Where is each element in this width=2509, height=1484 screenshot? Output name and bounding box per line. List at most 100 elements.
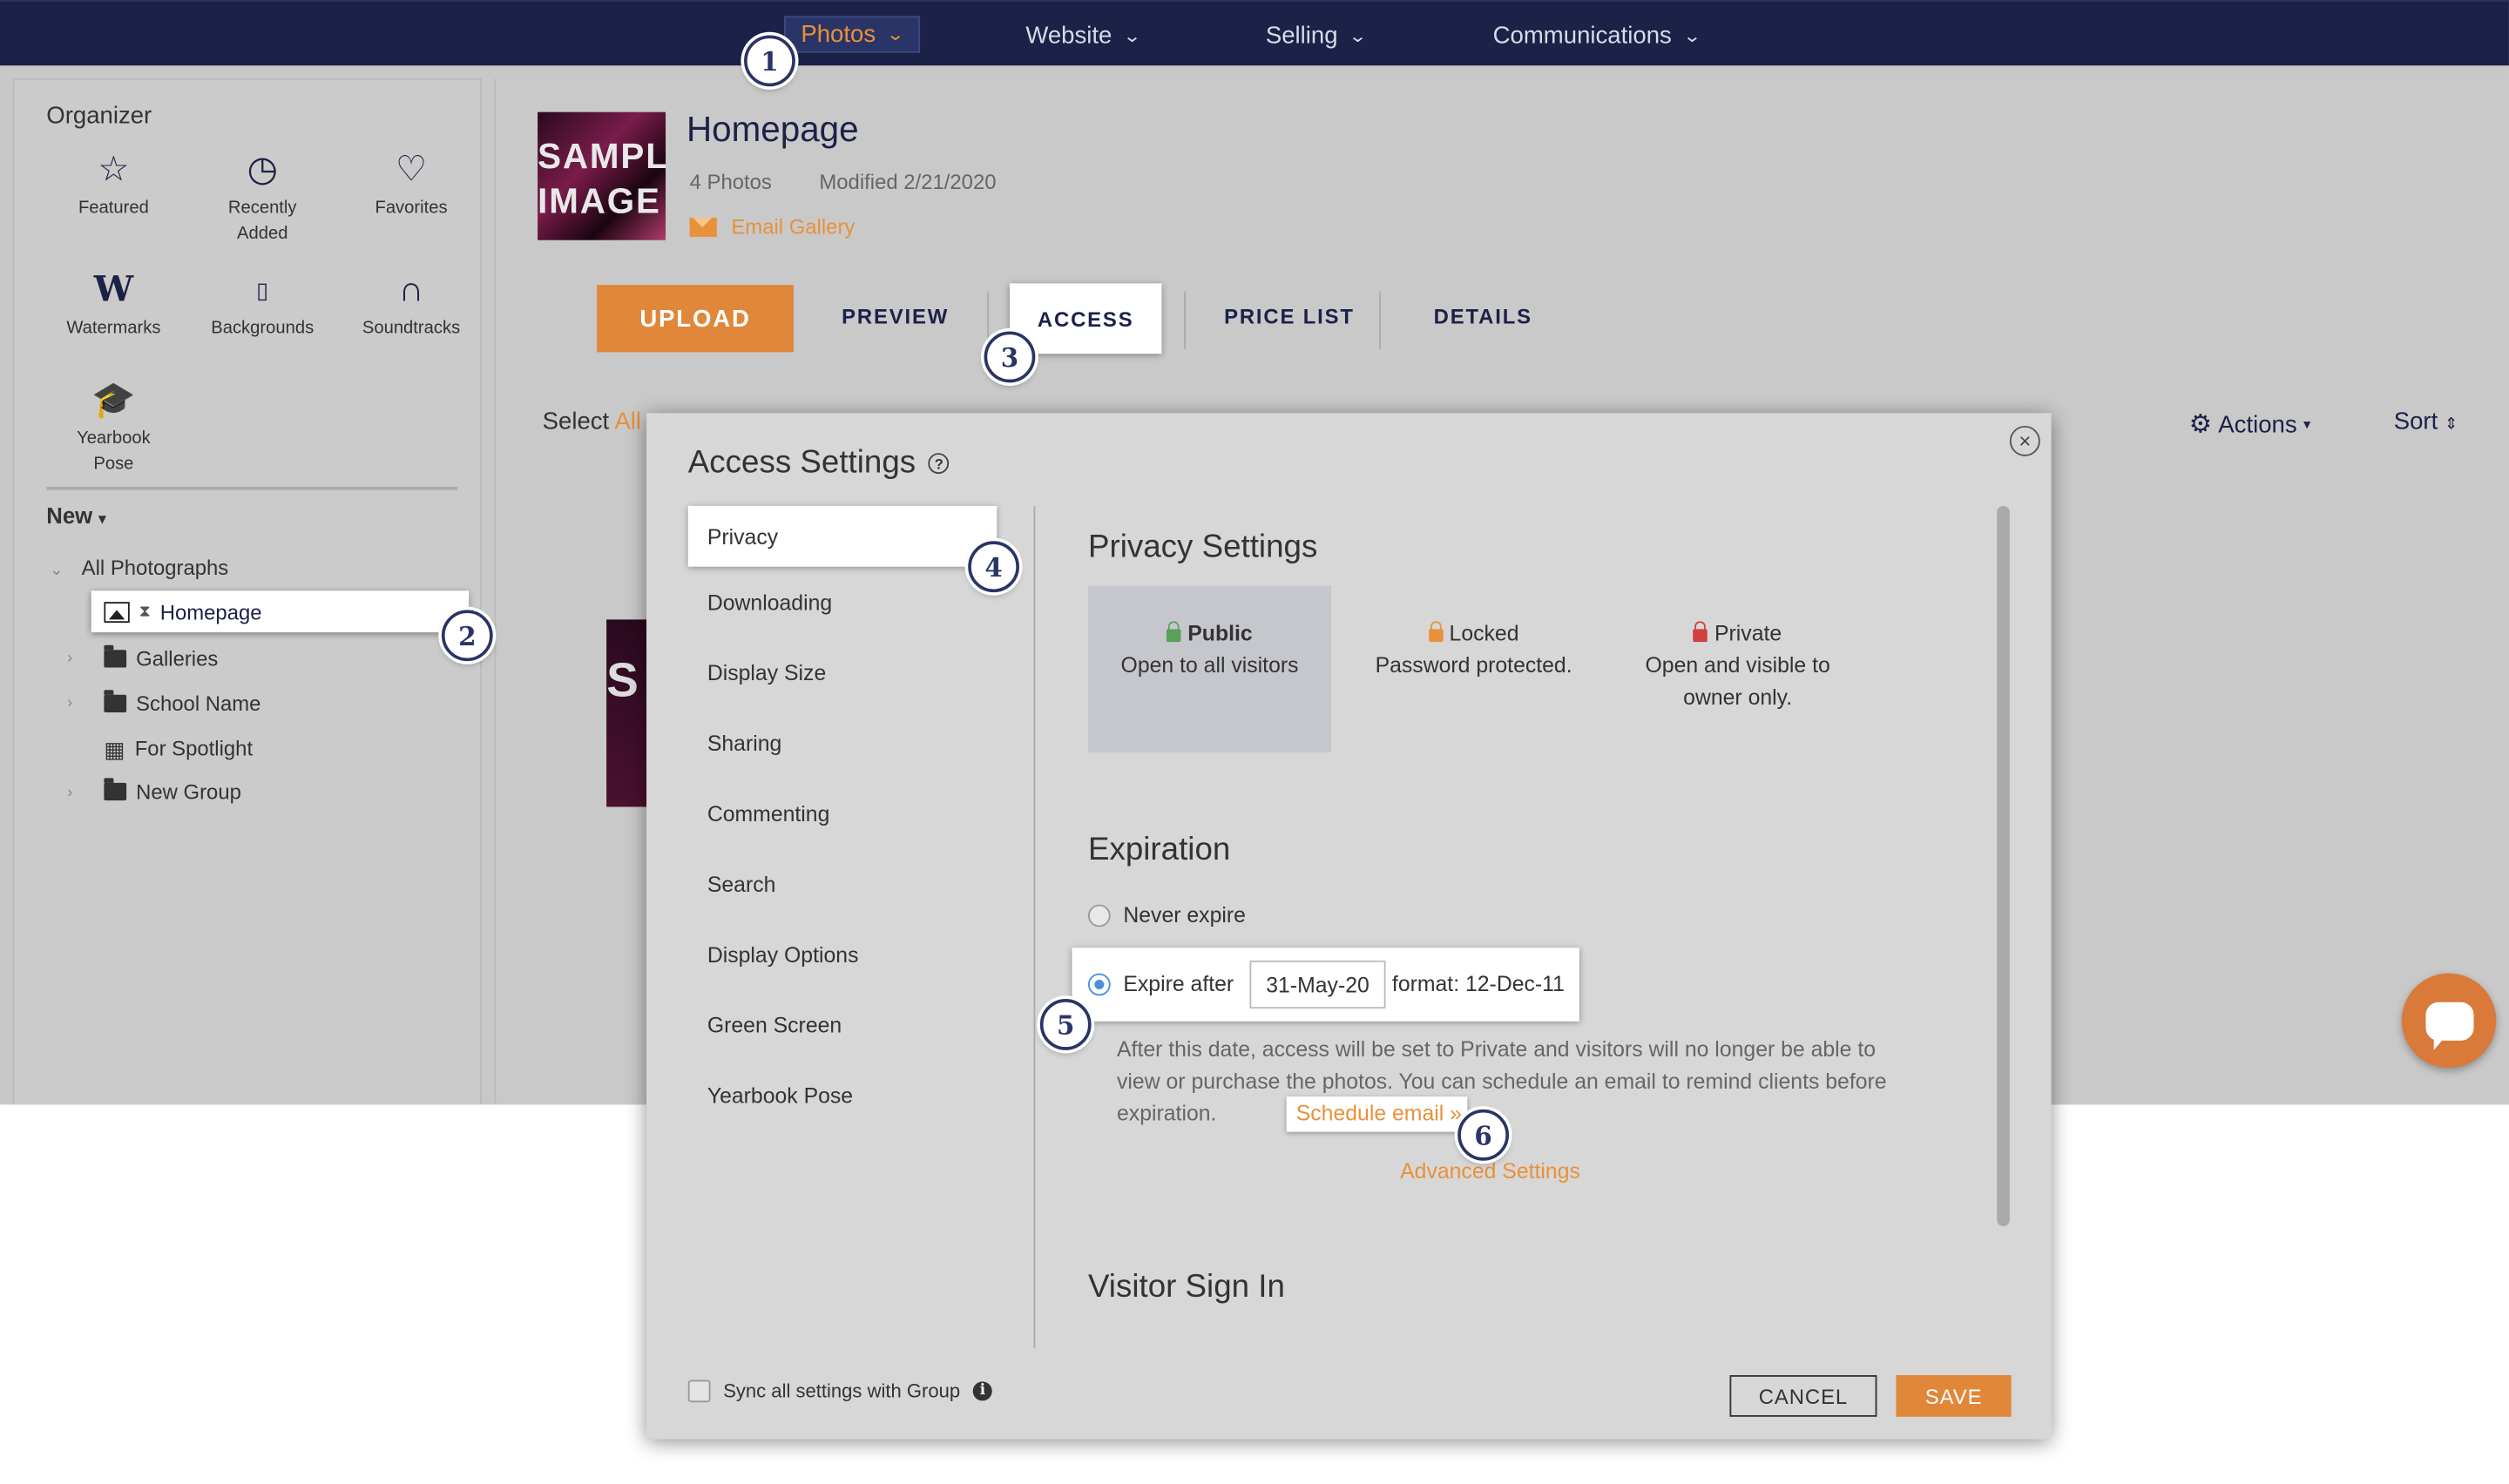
hourglass-icon: ⧗ xyxy=(139,603,151,621)
featured-label: Featured xyxy=(78,198,149,218)
tab-price-list[interactable]: PRICE LIST xyxy=(1224,304,1355,328)
help-icon[interactable]: ? xyxy=(928,453,950,475)
organizer-yearbook-pose[interactable]: 🎓 Yearbook Pose xyxy=(50,381,178,476)
select-control[interactable]: Select All xyxy=(543,408,641,435)
modal-nav-display-options[interactable]: Display Options xyxy=(707,943,859,968)
gallery-thumbnail: SAMPLE IMAGE xyxy=(538,111,666,240)
sort-label: Sort xyxy=(2393,408,2438,435)
favorites-label: Favorites xyxy=(375,198,448,218)
date-format-hint: format: 12-Dec-11 xyxy=(1391,971,1565,996)
headphones-icon: ∩ xyxy=(398,268,424,309)
chevron-right-icon[interactable]: › xyxy=(67,785,72,802)
privacy-option-private[interactable]: Private Open and visible to owner only. xyxy=(1616,586,1859,714)
tab-preview[interactable]: PREVIEW xyxy=(842,304,949,328)
nav-photos-label: Photos xyxy=(801,20,876,49)
app-window: Photos ⌄ Website ⌄ Selling ⌄ Communicati… xyxy=(0,0,2509,1484)
close-icon[interactable]: × xyxy=(2009,425,2040,456)
expire-after-radio[interactable] xyxy=(1087,973,1111,996)
watermark-w-icon: W xyxy=(93,268,134,311)
chat-button[interactable] xyxy=(2401,973,2497,1069)
expire-after-row: Expire after 31-May-20 format: 12-Dec-11 xyxy=(1072,948,1579,1022)
advanced-settings-link[interactable]: Advanced Settings xyxy=(1400,1159,1580,1184)
chevron-down-icon: ⌄ xyxy=(1681,26,1702,46)
public-label: Public xyxy=(1187,621,1253,645)
nav-selling-label: Selling xyxy=(1265,21,1338,50)
email-gallery-link[interactable]: Email Gallery xyxy=(689,214,855,239)
organizer-backgrounds[interactable]: ▯ Backgrounds xyxy=(199,271,327,341)
modal-nav-green-screen[interactable]: Green Screen xyxy=(707,1014,842,1038)
heart-icon: ♡ xyxy=(395,148,428,189)
sync-checkbox[interactable] xyxy=(687,1379,711,1403)
grid-icon: ▦ xyxy=(104,735,125,762)
tree-school-name[interactable]: School Name xyxy=(104,690,260,716)
info-icon[interactable]: i xyxy=(972,1381,992,1401)
image-icon xyxy=(104,601,130,623)
nav-website[interactable]: Website ⌄ xyxy=(1025,19,1141,51)
actions-dropdown[interactable]: ⚙ Actions ▾ xyxy=(2189,408,2311,441)
nav-website-label: Website xyxy=(1025,21,1112,50)
caret-down-icon: ▾ xyxy=(98,510,106,527)
modal-nav-privacy[interactable]: Privacy xyxy=(687,505,998,567)
save-button[interactable]: SAVE xyxy=(1896,1375,2012,1417)
sort-dropdown[interactable]: Sort ⇕ xyxy=(2394,408,2458,435)
organizer-watermarks[interactable]: W Watermarks xyxy=(50,271,178,341)
tab-divider xyxy=(1379,291,1382,349)
clock-icon: ◷ xyxy=(247,148,278,189)
soundtracks-label: Soundtracks xyxy=(362,318,461,338)
lock-icon xyxy=(1694,621,1708,643)
expire-after-label: Expire after xyxy=(1123,971,1234,996)
sync-label: Sync all settings with Group xyxy=(723,1379,961,1403)
tree-all-photographs[interactable]: All Photographs xyxy=(82,556,229,580)
organizer-soundtracks[interactable]: ∩ Soundtracks xyxy=(348,268,476,341)
chevron-down-icon: ⌄ xyxy=(1348,26,1368,46)
step-marker-6: 6 xyxy=(1457,1109,1510,1161)
schedule-email-link[interactable]: Schedule email » xyxy=(1286,1096,1468,1132)
modal-nav-commenting[interactable]: Commenting xyxy=(707,802,830,826)
step-marker-4: 4 xyxy=(968,541,1019,593)
chevron-down-icon[interactable]: ⌄ xyxy=(50,562,63,579)
select-all-link[interactable]: All xyxy=(614,408,641,435)
modal-title: Access Settings ? xyxy=(688,445,950,482)
organizer-featured[interactable]: ☆ Featured xyxy=(50,148,178,221)
modal-nav-downloading[interactable]: Downloading xyxy=(707,590,832,615)
nav-communications[interactable]: Communications ⌄ xyxy=(1492,19,1702,51)
step-marker-5: 5 xyxy=(1039,999,1092,1050)
organizer-recently-added[interactable]: ◷ Recently Added xyxy=(199,148,327,246)
tab-access[interactable]: ACCESS xyxy=(1009,283,1162,354)
nav-selling[interactable]: Selling ⌄ xyxy=(1265,19,1368,51)
privacy-option-locked[interactable]: Locked Password protected. xyxy=(1352,586,1595,682)
folder-icon xyxy=(104,644,127,668)
backgrounds-label: Backgrounds xyxy=(211,318,314,338)
expiration-description: After this date, access will be set to P… xyxy=(1117,1037,1887,1126)
chevron-right-icon[interactable]: › xyxy=(67,650,72,667)
new-label: New xyxy=(46,503,93,529)
star-icon: ☆ xyxy=(98,148,130,189)
organizer-favorites[interactable]: ♡ Favorites xyxy=(348,148,476,221)
visitor-sign-in-title: Visitor Sign In xyxy=(1087,1269,1285,1305)
modal-scrollbar[interactable] xyxy=(1997,505,2010,1227)
chevron-right-icon[interactable]: › xyxy=(67,695,72,712)
tree-galleries[interactable]: Galleries xyxy=(104,644,218,671)
modal-nav-yearbook-pose[interactable]: Yearbook Pose xyxy=(707,1083,853,1108)
nav-communications-label: Communications xyxy=(1492,21,1672,50)
new-dropdown[interactable]: New ▾ xyxy=(46,503,105,528)
tree-new-group[interactable]: New Group xyxy=(104,778,241,804)
for-spotlight-label: For Spotlight xyxy=(134,736,254,761)
tab-details[interactable]: DETAILS xyxy=(1434,304,1532,328)
gear-icon: ⚙ xyxy=(2188,411,2212,439)
watermarks-label: Watermarks xyxy=(66,318,161,338)
tree-for-spotlight[interactable]: ▦ For Spotlight xyxy=(104,737,253,761)
nav-photos[interactable]: Photos ⌄ xyxy=(783,16,921,53)
modal-nav-search[interactable]: Search xyxy=(707,873,776,897)
modal-nav-sharing[interactable]: Sharing xyxy=(707,732,781,756)
tree-homepage-selected[interactable]: ⧗ Homepage xyxy=(91,590,470,633)
expiration-date-input[interactable]: 31-May-20 xyxy=(1249,960,1386,1009)
top-navigation: Photos ⌄ Website ⌄ Selling ⌄ Communicati… xyxy=(0,0,2509,66)
upload-button[interactable]: UPLOAD xyxy=(597,285,795,353)
never-expire-radio[interactable] xyxy=(1087,904,1111,928)
homepage-label: Homepage xyxy=(159,599,262,624)
modal-divider xyxy=(1033,505,1036,1348)
modal-nav-display-size[interactable]: Display Size xyxy=(707,661,826,685)
cancel-button[interactable]: CANCEL xyxy=(1729,1375,1877,1417)
privacy-option-public[interactable]: Public Open to all visitors xyxy=(1087,585,1332,752)
